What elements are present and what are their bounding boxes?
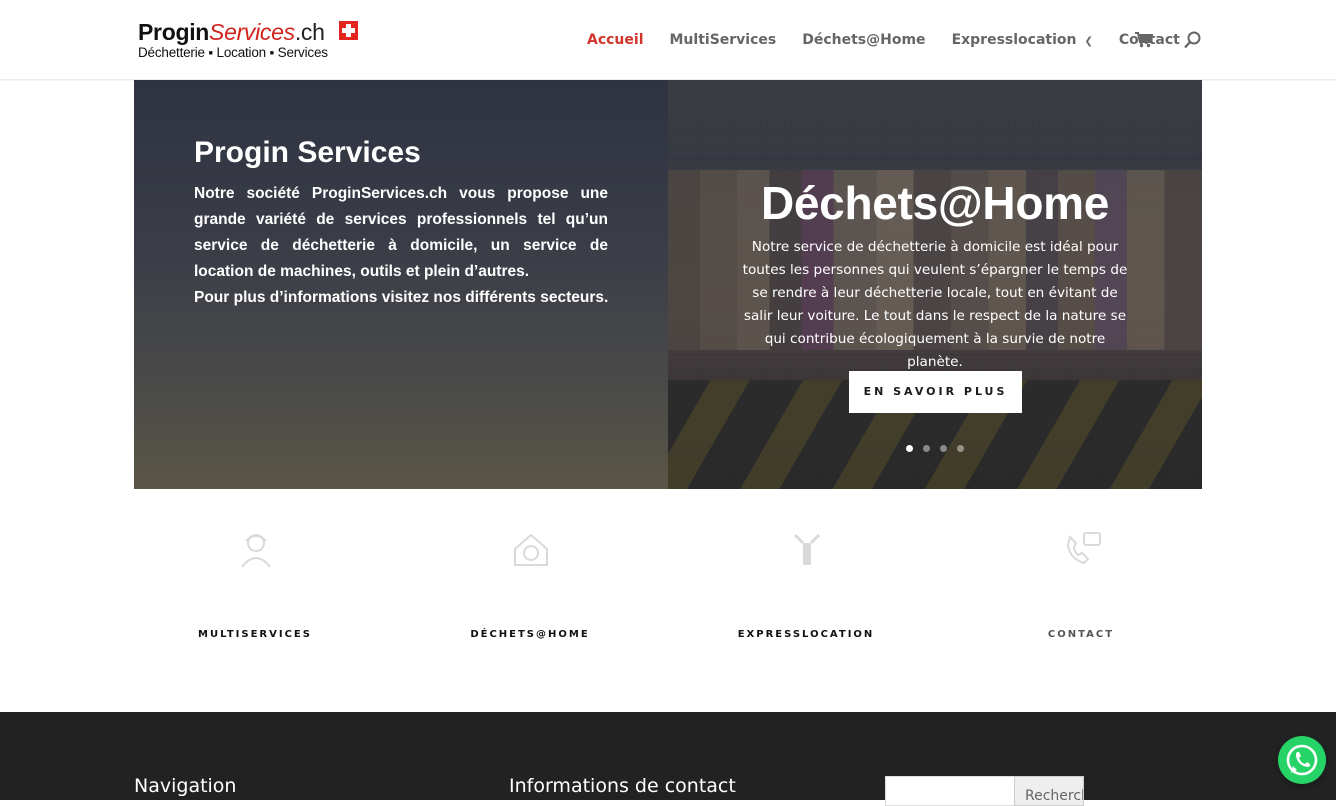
tile-label-multiservices: MULTISERVICES <box>198 629 312 640</box>
nav-item-expresslocation[interactable]: Expresslocation ❮ <box>952 32 1093 48</box>
nav-item-accueil[interactable]: Accueil <box>587 32 644 48</box>
nav-item-expresslocation-label[interactable]: Expresslocation <box>952 32 1077 48</box>
tile-expresslocation[interactable]: EXPRESSLOCATION <box>685 525 927 655</box>
hero-description: Notre société ProginServices.ch vous pro… <box>194 185 608 280</box>
footer-search-button[interactable]: Rechercher <box>1014 776 1084 806</box>
tile-label-contact: CONTACT <box>1047 629 1115 640</box>
learn-more-button[interactable]: EN SAVOIR PLUS <box>849 371 1022 413</box>
swiss-flag-icon <box>339 21 358 40</box>
site-header: ProginServices.ch Déchetterie ▪ Location… <box>0 0 1336 80</box>
footer-contact-heading: Informations de contact <box>509 775 736 797</box>
logo-wordmark: ProginServices.ch <box>138 19 325 45</box>
hero-intro: Progin Services Notre société ProginServ… <box>134 80 668 489</box>
phone-chat-icon <box>1066 532 1101 565</box>
slider-dot-2[interactable] <box>923 445 930 452</box>
whatsapp-icon[interactable] <box>1278 736 1326 784</box>
tile-dechets-home[interactable]: DÉCHETS@HOME <box>409 525 651 655</box>
logo-brand-tld: .ch <box>294 19 325 45</box>
recycle-house-icon <box>514 533 548 566</box>
site-logo[interactable]: ProginServices.ch Déchetterie ▪ Location… <box>138 19 360 61</box>
slider-dot-1[interactable] <box>906 445 913 452</box>
site-footer: Navigation Informations de contact Reche… <box>0 712 1336 806</box>
hero-slider[interactable]: Déchets@Home Notre service de déchetteri… <box>668 80 1202 489</box>
nav-item-multiservices[interactable]: MultiServices <box>670 32 777 48</box>
slider-pagination <box>906 445 974 453</box>
cart-icon[interactable] <box>1135 32 1153 48</box>
slider-dot-4[interactable] <box>957 445 964 452</box>
logo-brand-bold: Progin <box>138 19 210 45</box>
tile-label-dechets-home: DÉCHETS@HOME <box>470 629 590 640</box>
tools-icon <box>793 533 821 565</box>
logo-brand-italic: Services <box>209 19 295 45</box>
logo-tagline: Déchetterie ▪ Location ▪ Services <box>138 45 328 60</box>
worker-icon <box>241 534 271 568</box>
slider-dot-3[interactable] <box>940 445 947 452</box>
search-icon[interactable] <box>1183 30 1203 50</box>
tile-label-expresslocation: EXPRESSLOCATION <box>737 629 875 640</box>
footer-search-input[interactable] <box>885 776 1015 806</box>
hero-title: Progin Services <box>194 136 421 169</box>
footer-nav-heading: Navigation <box>134 775 237 797</box>
chevron-down-icon: ❮ <box>1084 36 1093 47</box>
slide-description: Notre service de déchetterie à domicile … <box>742 239 1128 370</box>
service-tiles: MULTISERVICES DÉCHETS@HOME EXPRESSLOCATI… <box>134 525 1202 655</box>
hero-description-more: Pour plus d’informations visitez nos dif… <box>194 289 609 306</box>
hero-section: Progin Services Notre société ProginServ… <box>134 80 1202 489</box>
main-nav: Accueil MultiServices Déchets@Home Expre… <box>587 31 1206 49</box>
slide-title: Déchets@Home <box>760 177 1110 229</box>
nav-item-dechets-home[interactable]: Déchets@Home <box>802 32 925 48</box>
tile-contact[interactable]: CONTACT <box>960 525 1202 655</box>
tile-multiservices[interactable]: MULTISERVICES <box>134 525 376 655</box>
